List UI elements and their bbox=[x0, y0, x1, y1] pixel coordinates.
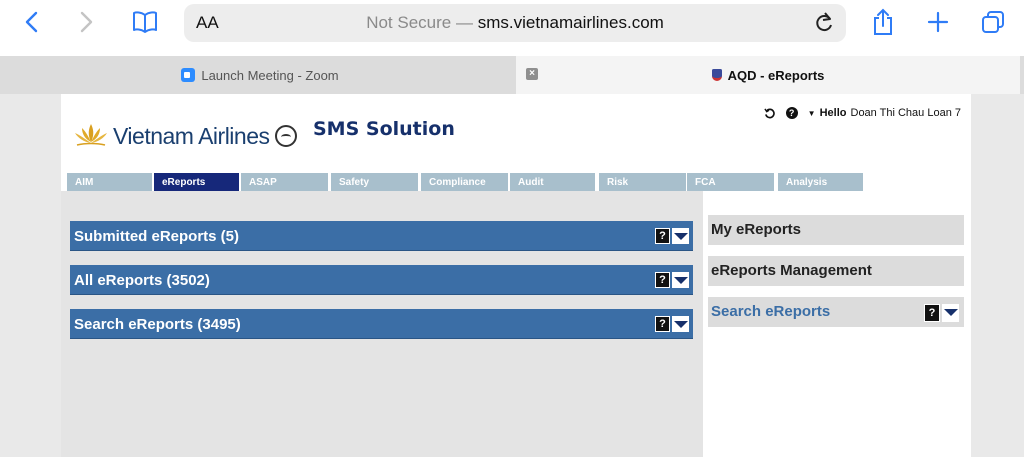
history-icon[interactable] bbox=[764, 107, 776, 119]
tab-zoom[interactable]: Launch Meeting - Zoom bbox=[4, 56, 516, 94]
security-label: Not Secure bbox=[366, 13, 452, 32]
panel-title: Search eReports (3495) bbox=[74, 316, 241, 333]
main-content: Submitted eReports (5) ? All eReports (3… bbox=[61, 191, 703, 457]
sidebar-controls: ? bbox=[924, 304, 959, 322]
nav-tab-safety[interactable]: Safety bbox=[331, 173, 418, 191]
tab-title: Launch Meeting - Zoom bbox=[201, 67, 339, 83]
bookmarks-icon[interactable] bbox=[130, 8, 160, 36]
forward-icon[interactable] bbox=[76, 8, 98, 36]
back-icon[interactable] bbox=[20, 8, 42, 36]
product-title: SMS Solution bbox=[313, 118, 455, 140]
collapse-icon[interactable] bbox=[672, 272, 689, 288]
domain-label: sms.vietnamairlines.com bbox=[477, 13, 664, 32]
nav-tab-asap[interactable]: ASAP bbox=[241, 173, 328, 191]
lotus-icon bbox=[75, 124, 107, 146]
panel-controls: ? bbox=[655, 316, 689, 332]
caret-down-icon[interactable]: ▼ bbox=[808, 109, 816, 118]
reload-icon[interactable] bbox=[814, 11, 834, 38]
url-display[interactable]: Not Secure — sms.vietnamairlines.com bbox=[184, 13, 846, 33]
panel-all-ereports[interactable]: All eReports (3502) ? bbox=[70, 265, 693, 295]
collapse-icon[interactable] bbox=[672, 316, 689, 332]
panel-controls: ? bbox=[655, 272, 689, 288]
user-name[interactable]: Doan Thi Chau Loan 7 bbox=[851, 107, 962, 119]
sms-app: Vietnam Airlines SMS Solution ? ▼ Hello … bbox=[61, 94, 971, 457]
skyteam-icon bbox=[274, 125, 297, 147]
sidebar-item-label: Search eReports bbox=[711, 303, 831, 320]
help-button[interactable]: ? bbox=[655, 316, 670, 332]
nav-tab-fca[interactable]: FCA bbox=[687, 173, 774, 191]
zoom-icon bbox=[181, 68, 196, 82]
help-button[interactable]: ? bbox=[924, 304, 940, 322]
sidebar: My eReports eReports Management Search e… bbox=[703, 191, 971, 457]
shield-icon bbox=[711, 69, 722, 81]
panel-controls: ? bbox=[655, 228, 689, 244]
nav-tab-analysis[interactable]: Analysis bbox=[778, 173, 863, 191]
help-button[interactable]: ? bbox=[655, 228, 670, 244]
sidebar-item-my-ereports[interactable]: My eReports bbox=[708, 215, 964, 245]
browser-tab-bar: Launch Meeting - Zoom × AQD - eReports bbox=[0, 56, 1024, 94]
help-icon[interactable]: ? bbox=[785, 107, 798, 119]
nav-tab-risk[interactable]: Risk bbox=[599, 173, 686, 191]
vietnam-airlines-logo[interactable]: Vietnam Airlines bbox=[73, 116, 297, 156]
panel-search-ereports[interactable]: Search eReports (3495) ? bbox=[70, 309, 693, 339]
help-button[interactable]: ? bbox=[655, 272, 670, 288]
share-icon[interactable] bbox=[870, 8, 896, 36]
tabs-overview-icon[interactable] bbox=[980, 8, 1006, 36]
browser-toolbar: AA Not Secure — sms.vietnamairlines.com bbox=[0, 0, 1024, 56]
tab-title: AQD - eReports bbox=[727, 67, 825, 83]
collapse-icon[interactable] bbox=[942, 304, 959, 322]
url-separator: — bbox=[455, 13, 473, 32]
panel-submitted-ereports[interactable]: Submitted eReports (5) ? bbox=[70, 221, 693, 251]
brand-name: Vietnam Airlines bbox=[113, 122, 270, 149]
address-bar[interactable]: AA Not Secure — sms.vietnamairlines.com bbox=[184, 4, 846, 42]
collapse-icon[interactable] bbox=[672, 228, 689, 244]
nav-tab-audit[interactable]: Audit bbox=[510, 173, 595, 191]
panel-title: All eReports (3502) bbox=[74, 272, 210, 289]
close-tab-icon[interactable]: × bbox=[526, 68, 538, 80]
new-tab-icon[interactable] bbox=[925, 8, 951, 36]
nav-tab-compliance[interactable]: Compliance bbox=[421, 173, 508, 191]
nav-tab-ereports[interactable]: eReports bbox=[154, 173, 239, 191]
panel-title: Submitted eReports (5) bbox=[74, 228, 240, 245]
nav-tab-aim[interactable]: AIM bbox=[67, 173, 152, 191]
user-menu: ? ▼ Hello Doan Thi Chau Loan 7 bbox=[764, 107, 961, 119]
greeting: Hello bbox=[819, 107, 847, 119]
sidebar-item-search-ereports[interactable]: Search eReports ? bbox=[708, 297, 964, 327]
sidebar-item-ereports-management[interactable]: eReports Management bbox=[708, 256, 964, 286]
tab-ereports[interactable]: × AQD - eReports bbox=[516, 56, 1020, 94]
